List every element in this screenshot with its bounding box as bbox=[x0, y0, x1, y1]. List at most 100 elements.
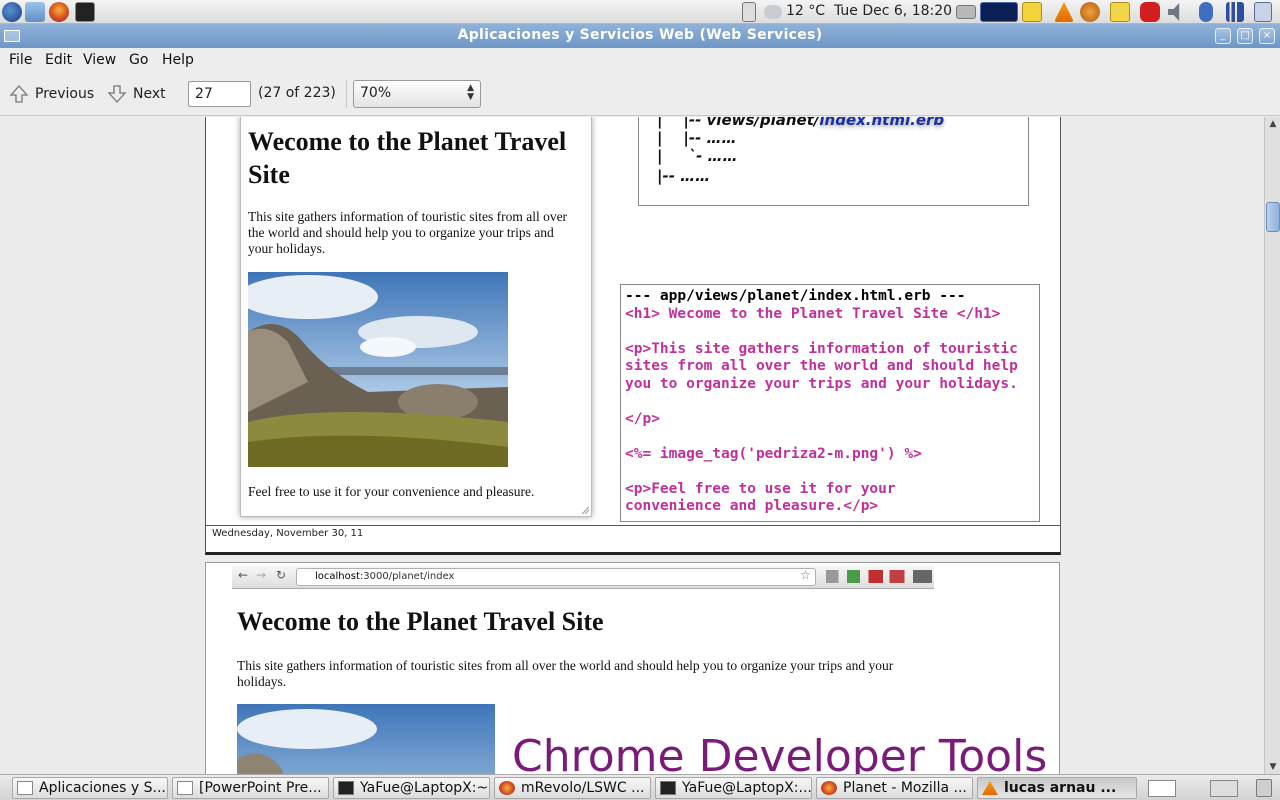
network-signal-icon[interactable] bbox=[1226, 2, 1244, 22]
page-paragraph: This site gathers information of tourist… bbox=[237, 658, 894, 689]
code-line: </p> bbox=[625, 411, 660, 427]
taskbar-item-terminal-1[interactable]: YaFue@LaptopX:~ bbox=[333, 777, 490, 799]
page-heading: Wecome to the Planet Travel Site bbox=[237, 607, 604, 636]
taskbar-item-powerpoint[interactable]: [PowerPoint Pre... bbox=[172, 777, 329, 799]
taskbar-item-document-viewer[interactable]: Aplicaciones y S... bbox=[12, 777, 168, 799]
clock-label[interactable]: Tue Dec 6, 18:20 bbox=[834, 3, 952, 19]
landscape-photo bbox=[248, 272, 508, 467]
chrome-devtools-title: Chrome Developer Tools bbox=[512, 731, 1048, 774]
volume-icon[interactable] bbox=[1168, 3, 1180, 21]
menu-view[interactable]: View bbox=[83, 52, 116, 68]
firefox-icon bbox=[499, 781, 515, 795]
menu-help[interactable]: Help bbox=[162, 52, 194, 68]
trash-icon[interactable] bbox=[1256, 779, 1272, 797]
slide-date-footer: Wednesday, November 30, 11 bbox=[206, 525, 1060, 543]
slide-date: Wednesday, November 30, 11 bbox=[212, 528, 364, 539]
scroll-thumb[interactable] bbox=[1266, 202, 1280, 232]
slide-page-28: ← → ↻ localhost:3000/planet/index ☆ Weco… bbox=[205, 562, 1060, 774]
tree-line-4: |-- …… bbox=[657, 167, 711, 185]
slide-page-27: Wecome to the Planet Travel Site This si… bbox=[205, 117, 1061, 555]
taskbar-item-firefox-planet[interactable]: Planet - Mozilla ... bbox=[816, 777, 973, 799]
resize-grip-icon bbox=[581, 506, 590, 515]
close-icon[interactable]: × bbox=[1259, 28, 1275, 44]
workspace-2-icon[interactable] bbox=[1210, 780, 1238, 797]
landscape-photo bbox=[237, 704, 495, 774]
vertical-scrollbar[interactable]: ▲ ▼ bbox=[1264, 117, 1280, 774]
taskbar-item-terminal-2[interactable]: YaFue@LaptopX:... bbox=[655, 777, 812, 799]
scroll-down-icon[interactable]: ▼ bbox=[1266, 760, 1280, 774]
page-closing-text: Feel free to use it for your convenience… bbox=[248, 484, 535, 499]
taskbar-item-vlc[interactable]: lucas arnau ... bbox=[977, 777, 1137, 799]
document-view[interactable]: Wecome to the Planet Travel Site This si… bbox=[0, 117, 1264, 774]
maximize-icon[interactable]: □ bbox=[1237, 28, 1253, 44]
tree-line-3: | `- …… bbox=[657, 147, 738, 165]
fedora-menu-icon[interactable] bbox=[2, 2, 22, 22]
menu-go[interactable]: Go bbox=[129, 52, 148, 68]
home-folder-icon[interactable] bbox=[25, 2, 45, 22]
drive-icon[interactable] bbox=[956, 5, 976, 19]
clipboard-icon[interactable] bbox=[1254, 2, 1272, 22]
window-titlebar[interactable]: Aplicaciones y Servicios Web (Web Servic… bbox=[0, 24, 1280, 48]
scroll-up-icon[interactable]: ▲ bbox=[1266, 117, 1280, 131]
document-icon bbox=[17, 781, 33, 795]
minimize-icon[interactable]: _ bbox=[1215, 28, 1231, 44]
previous-label: Previous bbox=[35, 86, 95, 102]
terminal-launcher-icon[interactable] bbox=[75, 2, 95, 22]
extension-icons bbox=[826, 570, 932, 583]
erb-code-box: --- app/views/planet/index.html.erb --- … bbox=[620, 284, 1040, 522]
window-title: Aplicaciones y Servicios Web (Web Servic… bbox=[457, 27, 823, 43]
code-line: you to organize your trips and your holi… bbox=[625, 376, 1018, 392]
page-paragraph: This site gathers information of tourist… bbox=[248, 209, 568, 256]
previous-button[interactable]: Previous bbox=[9, 83, 94, 105]
zoom-select[interactable]: 70% ▲ ▼ bbox=[353, 80, 481, 108]
taskbar-item-firefox-github[interactable]: mRevolo/LSWC ... bbox=[494, 777, 651, 799]
app-indicator-icon[interactable] bbox=[1080, 2, 1100, 22]
top-panel: 12 °C Tue Dec 6, 18:20 bbox=[0, 0, 1280, 24]
menu-edit[interactable]: Edit bbox=[45, 52, 72, 68]
zoom-value: 70% bbox=[360, 85, 392, 101]
forward-icon: → bbox=[256, 568, 267, 582]
browser-toolbar: ← → ↻ localhost:3000/planet/index ☆ bbox=[232, 565, 934, 589]
code-line: convenience and pleasure.</p> bbox=[625, 498, 879, 514]
firefox-launcher-icon[interactable] bbox=[49, 2, 69, 22]
browser-screenshot: Wecome to the Planet Travel Site This si… bbox=[240, 117, 592, 517]
vlc-cone-icon[interactable] bbox=[1054, 2, 1074, 22]
temperature-label[interactable]: 12 °C bbox=[786, 3, 825, 19]
taskbar: Aplicaciones y S... [PowerPoint Pre... Y… bbox=[0, 774, 1280, 800]
code-line: <%= image_tag('pedriza2-m.png') %> bbox=[625, 446, 922, 462]
bluetooth-icon[interactable] bbox=[1199, 2, 1213, 22]
terminal-icon bbox=[660, 781, 676, 795]
workspace-1-icon[interactable] bbox=[1148, 780, 1176, 797]
vlc-cone-icon bbox=[982, 781, 998, 795]
arrow-up-icon bbox=[9, 85, 29, 103]
spinner-arrows-icon: ▲ ▼ bbox=[467, 83, 474, 102]
edit-notes-icon[interactable] bbox=[1110, 2, 1130, 22]
address-bar: localhost:3000/planet/index bbox=[296, 568, 816, 586]
document-icon bbox=[177, 781, 193, 795]
arrow-down-icon bbox=[107, 85, 127, 103]
battery-icon[interactable] bbox=[742, 2, 756, 22]
code-line: <p>This site gathers information of tour… bbox=[625, 341, 1018, 357]
firefox-icon bbox=[821, 781, 837, 795]
toolbar-separator bbox=[346, 80, 347, 108]
code-header: --- app/views/planet/index.html.erb --- bbox=[625, 288, 966, 304]
code-line: <p>Feel free to use it for your bbox=[625, 481, 896, 497]
tree-line-views: | |-- views/planet/index.html.erb bbox=[657, 117, 944, 129]
directory-tree-box: | |-- views/planet/index.html.erb | |-- … bbox=[638, 117, 1029, 206]
back-icon: ← bbox=[238, 568, 249, 582]
code-line: sites from all over the world and should… bbox=[625, 358, 1018, 374]
page-heading: Wecome to the Planet Travel Site bbox=[248, 127, 567, 189]
tree-highlighted-file: index.html.erb bbox=[819, 117, 945, 129]
next-label: Next bbox=[133, 86, 166, 102]
terminal-icon bbox=[338, 781, 354, 795]
tree-line-2: | |-- …… bbox=[657, 129, 737, 147]
page-count-label: (27 of 223) bbox=[258, 85, 336, 101]
menu-file[interactable]: File bbox=[9, 52, 32, 68]
next-button[interactable]: Next bbox=[107, 83, 166, 105]
star-icon: ☆ bbox=[800, 568, 811, 582]
system-monitor-icon[interactable] bbox=[980, 2, 1018, 22]
weather-cloud-icon[interactable] bbox=[764, 5, 782, 19]
page-number-input[interactable] bbox=[188, 81, 251, 107]
notes-icon[interactable] bbox=[1022, 2, 1042, 22]
alert-icon[interactable] bbox=[1140, 2, 1160, 22]
